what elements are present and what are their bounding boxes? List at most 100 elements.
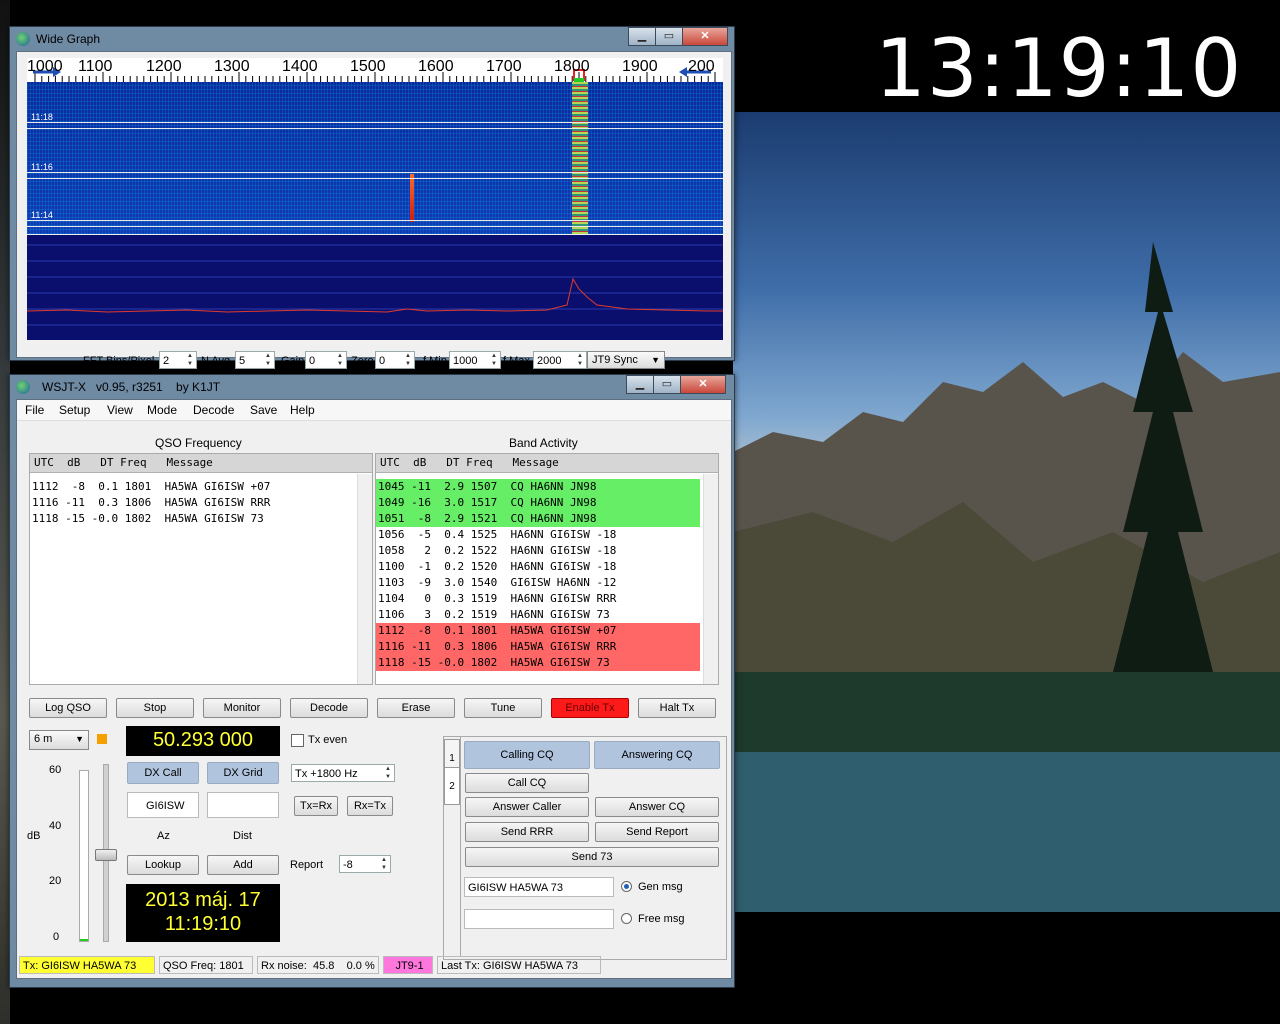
minimize-button[interactable]: ▁ [628, 27, 656, 46]
erase-button[interactable]: Erase [377, 698, 455, 718]
freq-tick-label: 1100 [78, 58, 113, 75]
log-qso-button[interactable]: Log QSO [29, 698, 107, 718]
tx-tab-content: Calling CQ Answering CQ Call CQ Answer C… [460, 737, 725, 957]
qso-frequency-list[interactable]: UTC dB DT Freq Message 1112 -8 0.1 1801 … [29, 453, 373, 685]
band-activity-title: Band Activity [509, 436, 578, 450]
band-activity-row[interactable]: 1104 0 0.3 1519 HA6NN GI6ISW RRR [376, 591, 700, 607]
halt-tx-button[interactable]: Halt Tx [638, 698, 716, 718]
close-button[interactable]: ✕ [682, 27, 728, 46]
qso-list-row[interactable]: 1112 -8 0.1 1801 HA5WA GI6ISW +07 [30, 479, 372, 495]
report-spinbox[interactable]: -8 [339, 855, 391, 873]
rx-gain-slider-handle[interactable] [95, 849, 117, 861]
menu-mode[interactable]: Mode [147, 403, 177, 417]
free-msg-radio[interactable] [621, 913, 632, 924]
wide-graph-client: 1000 1100 1200 1300 1400 1500 1600 1700 … [16, 51, 732, 369]
menu-help[interactable]: Help [290, 403, 315, 417]
add-button[interactable]: Add [207, 855, 279, 875]
zero-label: Zero [351, 355, 374, 367]
tx-offset-spinbox[interactable]: Tx +1800 Hz [291, 764, 395, 782]
azimuth-label: Az [157, 830, 170, 842]
band-activity-row[interactable]: 1049 -16 3.0 1517 CQ HA6NN JN98 [376, 495, 700, 511]
menu-setup[interactable]: Setup [59, 403, 90, 417]
dx-call-input[interactable]: GI6ISW [127, 792, 199, 818]
stop-button[interactable]: Stop [116, 698, 194, 718]
gen-msg-radio[interactable] [621, 881, 632, 892]
fft-bins-spinbox[interactable]: 2 [159, 351, 197, 369]
spectrum-trace [26, 277, 723, 313]
rx-eq-tx-button[interactable]: Rx=Tx [347, 796, 393, 816]
band-select[interactable]: 6 m ▼ [29, 730, 89, 750]
maximize-button[interactable]: ▭ [653, 375, 681, 394]
scrollbar[interactable] [357, 474, 372, 684]
desktop-clock: 13:19:10 [875, 22, 1243, 115]
signal-level-meter [79, 770, 89, 942]
fmax-spinbox[interactable]: 2000 [533, 351, 587, 369]
band-activity-row[interactable]: 1058 2 0.2 1522 HA6NN GI6ISW -18 [376, 543, 700, 559]
sync-mode-select[interactable]: JT9 Sync ▼ [587, 351, 665, 369]
meter-tick-label: 20 [49, 875, 62, 887]
tx-eq-rx-button[interactable]: Tx=Rx [294, 796, 338, 816]
menu-file[interactable]: File [25, 403, 44, 417]
answer-cq-button[interactable]: Answer CQ [595, 797, 719, 817]
decode-button[interactable]: Decode [290, 698, 368, 718]
qso-list-row[interactable]: 1118 -15 -0.0 1802 HA5WA GI6ISW 73 [30, 511, 372, 527]
band-activity-row[interactable]: 1118 -15 -0.0 1802 HA5WA GI6ISW 73 [376, 655, 700, 671]
dx-grid-input[interactable] [207, 792, 279, 818]
send-rrr-button[interactable]: Send RRR [465, 822, 589, 842]
waterfall-display[interactable]: 11:18 11:16 11:14 [27, 82, 723, 234]
close-button[interactable]: ✕ [680, 375, 726, 394]
band-activity-row[interactable]: 1103 -9 3.0 1540 GI6ISW HA6NN -12 [376, 575, 700, 591]
free-msg-label: Free msg [638, 913, 685, 925]
meter-tick-label: 40 [49, 820, 62, 832]
status-mode: JT9-1 [383, 956, 433, 974]
status-qso-freq: QSO Freq: 1801 [159, 956, 253, 974]
dial-frequency-display: 50.293 000 [126, 726, 280, 756]
minimize-button[interactable]: ▁ [626, 375, 654, 394]
free-msg-field[interactable] [464, 909, 614, 929]
status-tx-message: Tx: GI6ISW HA5WA 73 [19, 956, 155, 974]
band-activity-row[interactable]: 1106 3 0.2 1519 HA6NN GI6ISW 73 [376, 607, 700, 623]
tune-button[interactable]: Tune [464, 698, 542, 718]
lookup-button[interactable]: Lookup [127, 855, 199, 875]
qso-list-row[interactable]: 1116 -11 0.3 1806 HA5WA GI6ISW RRR [30, 495, 372, 511]
dx-call-label: DX Call [127, 762, 199, 784]
band-activity-row[interactable]: 1112 -8 0.1 1801 HA5WA GI6ISW +07 [376, 623, 700, 639]
wallpaper-photo [733, 112, 1280, 912]
waterfall-timestamp: 11:18 [31, 112, 53, 122]
db-label: dB [27, 830, 41, 842]
tab-2[interactable]: 2 [444, 767, 460, 805]
band-activity-row[interactable]: 1116 -11 0.3 1806 HA5WA GI6ISW RRR [376, 639, 700, 655]
enable-tx-button[interactable]: Enable Tx [551, 698, 629, 718]
wide-graph-titlebar[interactable]: Wide Graph ▁ ▭ ✕ [10, 27, 734, 51]
tx-message-panel: 1 2 Calling CQ Answering CQ Call CQ Answ… [443, 736, 727, 960]
gain-spinbox[interactable]: 0 [305, 351, 347, 369]
send-report-button[interactable]: Send Report [595, 822, 719, 842]
wide-graph-window: Wide Graph ▁ ▭ ✕ 1000 1100 1200 1300 140… [9, 26, 735, 369]
waterfall-time-divider [27, 122, 723, 123]
gen-msg-field[interactable]: GI6ISW HA5WA 73 [464, 877, 614, 897]
call-cq-button[interactable]: Call CQ [465, 773, 589, 793]
tx-even-checkbox[interactable] [291, 734, 304, 747]
scrollbar[interactable] [703, 474, 718, 684]
band-activity-list[interactable]: UTC dB DT Freq Message 1045 -11 2.9 1507… [375, 453, 719, 685]
send-73-button[interactable]: Send 73 [465, 847, 719, 867]
menu-bar: File Setup View Mode Decode Save Help [17, 400, 731, 421]
tx-even-label: Tx even [308, 734, 348, 746]
menu-save[interactable]: Save [250, 403, 277, 417]
tab-2-label: 2 [449, 781, 455, 792]
zero-spinbox[interactable]: 0 [375, 351, 415, 369]
band-activity-row[interactable]: 1056 -5 0.4 1525 HA6NN GI6ISW -18 [376, 527, 700, 543]
main-client: File Setup View Mode Decode Save Help QS… [16, 399, 732, 979]
menu-view[interactable]: View [107, 403, 133, 417]
monitor-button[interactable]: Monitor [203, 698, 281, 718]
fmax-label: f Max [503, 355, 530, 367]
fmin-spinbox[interactable]: 1000 [449, 351, 501, 369]
navg-spinbox[interactable]: 5 [235, 351, 275, 369]
answer-caller-button[interactable]: Answer Caller [465, 797, 589, 817]
band-activity-row[interactable]: 1045 -11 2.9 1507 CQ HA6NN JN98 [376, 479, 700, 495]
band-activity-row[interactable]: 1100 -1 0.2 1520 HA6NN GI6ISW -18 [376, 559, 700, 575]
band-activity-row[interactable]: 1051 -8 2.9 1521 CQ HA6NN JN98 [376, 511, 700, 527]
main-titlebar[interactable]: WSJT-X v0.95, r3251 by K1JT ▁ ▭ ✕ [10, 375, 734, 399]
maximize-button[interactable]: ▭ [655, 27, 683, 46]
menu-decode[interactable]: Decode [193, 403, 234, 417]
